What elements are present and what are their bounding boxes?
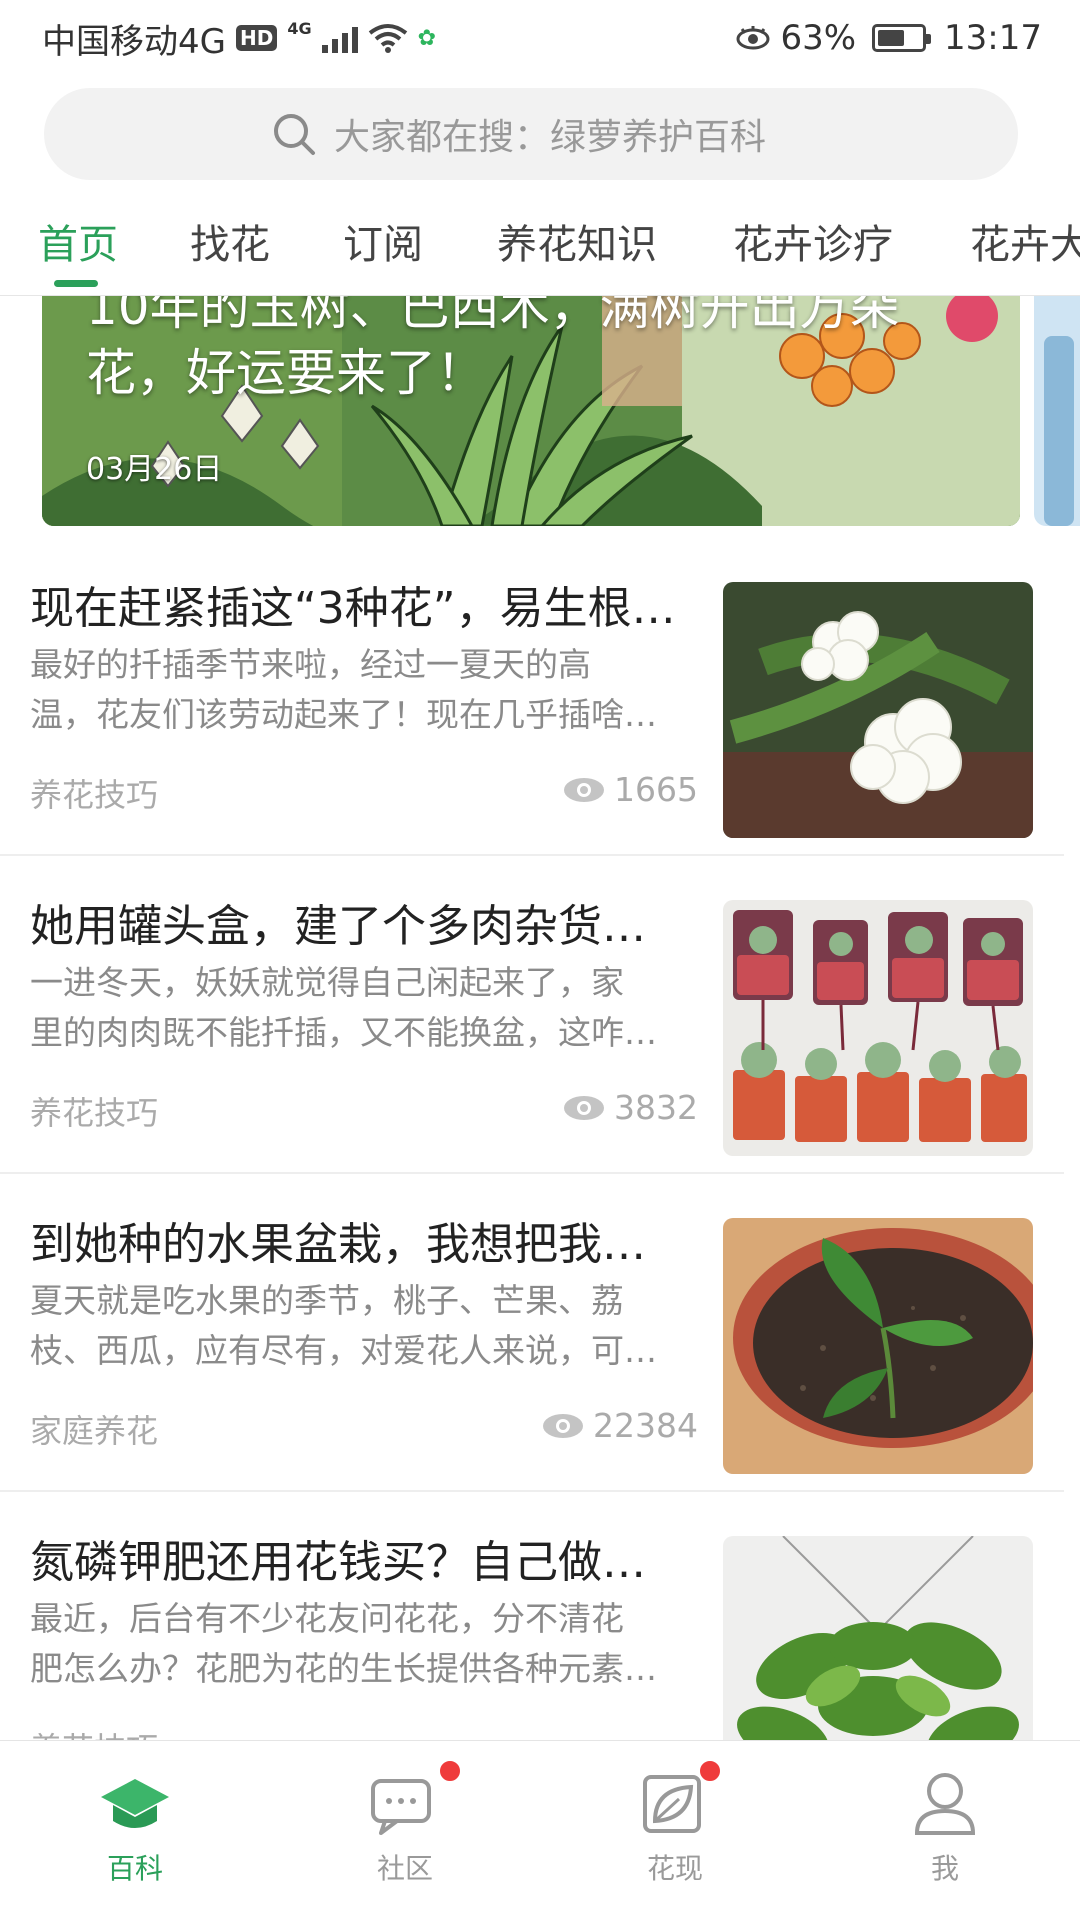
tab-flower-clinic[interactable]: 花卉诊疗: [733, 212, 893, 270]
nav-label: 我: [930, 1852, 959, 1885]
article-summary-line: 枝、西瓜，应有尽有，对爱花人来说，可…: [30, 1331, 657, 1370]
tab-subscribe[interactable]: 订阅: [343, 212, 423, 270]
bottom-navigation: 百科 社区 花现 我: [0, 1740, 1080, 1920]
article-summary-line: 最近，后台有不少花友问花花，分不清花: [30, 1599, 624, 1638]
active-tab-indicator: [54, 280, 98, 287]
notification-dot: [698, 1759, 722, 1783]
status-left: 中国移动4G HD 4G ✿: [42, 14, 436, 63]
article-thumbnail: [723, 582, 1033, 838]
search-icon: [274, 114, 315, 155]
nav-item-community[interactable]: 社区: [270, 1741, 540, 1920]
battery-percent: 63%: [780, 18, 857, 58]
article-thumbnail: [723, 1218, 1033, 1474]
article-title: 氮磷钾肥还用花钱买？自己做…: [30, 1537, 646, 1588]
category-tabs: 首页 找花 订阅 养花知识 花卉诊疗 花卉大: [0, 190, 1080, 296]
article-item[interactable]: 现在赶紧插这“3种花”，易生根… 最好的扦插季节来啦，经过一夏天的高 温，花友们…: [0, 540, 1064, 856]
banner-date: 03月26日: [86, 452, 223, 487]
article-title: 到她种的水果盆栽，我想把我…: [30, 1219, 646, 1270]
featured-banner[interactable]: 10年的玉树、巴西木，满树开出万朵花，好运要来了！ 03月26日: [42, 296, 1020, 526]
view-count: 1665: [614, 770, 698, 809]
article-title: 她用罐头盒，建了个多肉杂货…: [30, 901, 646, 952]
article-thumbnail: [723, 900, 1033, 1156]
chat-bubbles-icon: [371, 1779, 431, 1835]
person-icon: [914, 1773, 976, 1835]
wifi-icon: [368, 24, 407, 53]
banner-next-slide[interactable]: [1034, 296, 1080, 526]
eye-icon: [564, 1095, 605, 1120]
article-summary-line: 温，花友们该劳动起来了！现在几乎插啥…: [30, 695, 657, 734]
article-views: 3832: [562, 1088, 698, 1127]
article-summary: 最近，后台有不少花友问花花，分不清花 肥怎么办？花肥为花的生长提供各种元素…: [30, 1594, 698, 1694]
article-summary-line: 最好的扦插季节来啦，经过一夏天的高: [30, 645, 591, 684]
network-type-label: 4G: [287, 18, 312, 38]
article-summary-line: 里的肉肉既不能扦插，又不能换盆，这咋…: [30, 1013, 657, 1052]
status-bar: 中国移动4G HD 4G ✿ 63% 13:17: [0, 0, 1080, 76]
hd-badge: HD: [235, 25, 278, 51]
article-item[interactable]: 她用罐头盒，建了个多肉杂货… 一进冬天，妖妖就觉得自己闲起来了，家 里的肉肉既不…: [0, 858, 1064, 1174]
eye-icon: [543, 1413, 584, 1438]
tab-more[interactable]: 花卉大: [970, 212, 1080, 270]
search-placeholder: 大家都在搜：绿萝养护百科: [334, 117, 767, 158]
article-category: 养花技巧: [30, 776, 159, 814]
tab-flower-knowledge[interactable]: 养花知识: [497, 212, 657, 270]
tab-find-flowers[interactable]: 找花: [190, 212, 270, 270]
banner-title: 10年的玉树、巴西木，满树开出万朵花，好运要来了！: [86, 296, 900, 402]
article-category: 养花技巧: [30, 1094, 159, 1132]
nav-label: 社区: [376, 1852, 433, 1885]
search-bar[interactable]: 大家都在搜：绿萝养护百科: [44, 88, 1018, 180]
clock: 13:17: [944, 18, 1042, 58]
article-item[interactable]: 到她种的水果盆栽，我想把我… 夏天就是吃水果的季节，桃子、芒果、荔 枝、西瓜，应…: [0, 1176, 1064, 1492]
status-right: 63% 13:17: [736, 18, 1042, 58]
nav-item-discover[interactable]: 花现: [540, 1741, 810, 1920]
article-views: 1665: [562, 770, 698, 809]
nav-label: 花现: [646, 1852, 703, 1885]
view-count: 3832: [614, 1088, 698, 1127]
article-summary-line: 肥怎么办？花肥为花的生长提供各种元素…: [30, 1649, 657, 1688]
eye-icon: [564, 777, 605, 802]
app-notification-icon: ✿: [417, 25, 437, 51]
graduation-cap-icon: [101, 1779, 169, 1828]
article-summary: 一进冬天，妖妖就觉得自己闲起来了，家 里的肉肉既不能扦插，又不能换盆，这咋…: [30, 958, 698, 1058]
signal-icon: [321, 23, 358, 53]
article-summary-line: 夏天就是吃水果的季节，桃子、芒果、荔: [30, 1281, 624, 1320]
article-summary: 最好的扦插季节来啦，经过一夏天的高 温，花友们该劳动起来了！现在几乎插啥…: [30, 640, 698, 740]
carrier-label: 中国移动4G: [42, 21, 226, 62]
battery-icon: [872, 24, 932, 52]
view-count: 22384: [593, 1406, 698, 1445]
tab-home[interactable]: 首页: [38, 212, 118, 270]
article-summary: 夏天就是吃水果的季节，桃子、芒果、荔 枝、西瓜，应有尽有，对爱花人来说，可…: [30, 1276, 698, 1376]
eye-comfort-icon: [736, 26, 770, 50]
nav-item-me[interactable]: 我: [810, 1741, 1080, 1920]
nav-label: 百科: [106, 1852, 163, 1885]
nav-item-encyclopedia[interactable]: 百科: [0, 1741, 270, 1920]
article-summary-line: 一进冬天，妖妖就觉得自己闲起来了，家: [30, 963, 624, 1002]
article-title: 现在赶紧插这“3种花”，易生根…: [30, 583, 676, 634]
article-category: 家庭养花: [30, 1412, 159, 1450]
notification-dot: [438, 1759, 462, 1783]
article-views: 22384: [541, 1406, 698, 1445]
